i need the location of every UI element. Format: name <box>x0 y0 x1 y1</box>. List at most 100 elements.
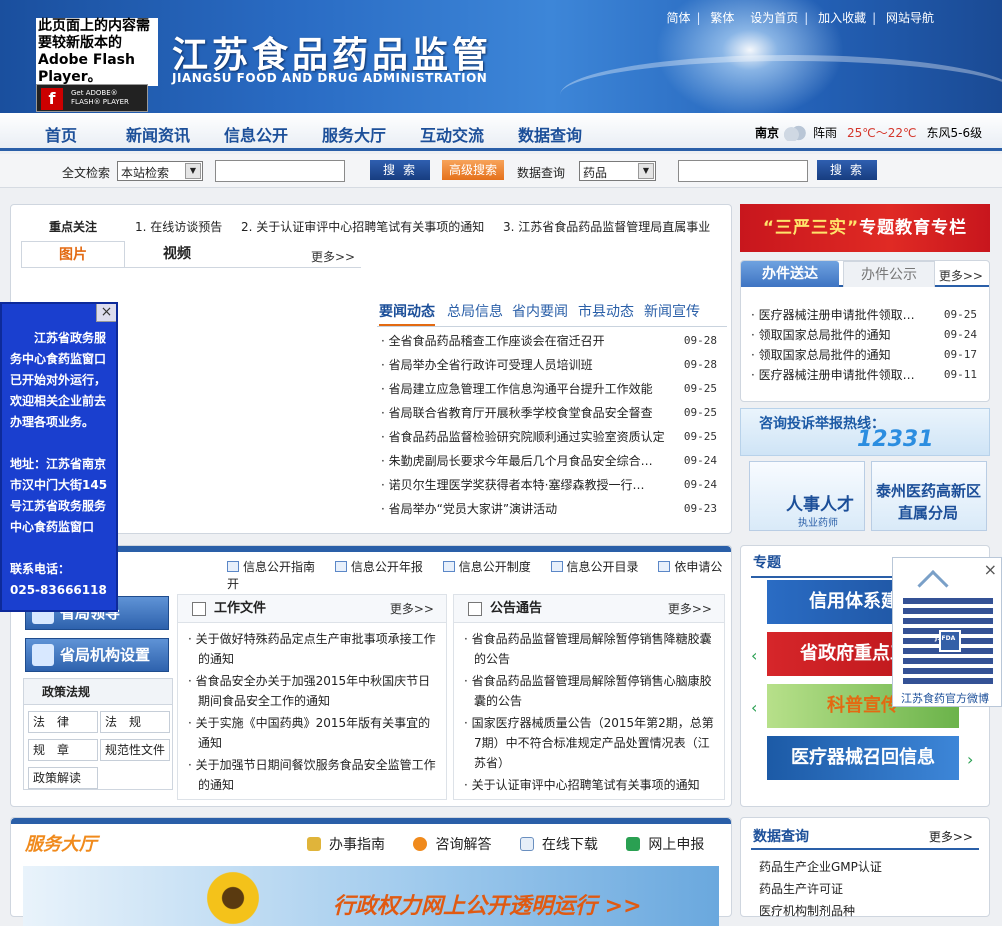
search-scope-select[interactable]: 本站检索 ▼ <box>117 161 203 181</box>
banner-title: 专题教育专栏 <box>859 218 968 238</box>
site-navigation-link[interactable]: 网站导航 <box>886 11 934 25</box>
get-flash-player-button[interactable]: f Get ADOBE® FLASH® PLAYER <box>36 84 148 112</box>
list-item[interactable]: · 省局联合省教育厅开展秋季学校食堂食品安全督查 09-25 <box>381 401 717 425</box>
list-item[interactable]: · 省局建立应急管理工作信息沟通平台提升工作效能 09-25 <box>381 377 717 401</box>
nav-service-hall[interactable]: 服务大厅 <box>322 122 386 146</box>
list-item[interactable]: 药品生产企业GMP认证 <box>759 856 882 878</box>
tab-province-news[interactable]: 省内要闻 <box>512 301 568 321</box>
list-item[interactable]: · 关于做好特殊药品定点生产审批事项承接工作的通知 <box>188 629 438 669</box>
tab-headline-news[interactable]: 要闻动态 <box>379 301 435 326</box>
policy-normative-button[interactable]: 规范性文件 <box>100 739 170 761</box>
link-label: 信息公开目录 <box>566 560 639 574</box>
focus-item[interactable]: 1. 在线访谈预告 <box>135 218 222 235</box>
info-guide-link[interactable]: 信息公开指南 <box>227 560 315 574</box>
list-item[interactable]: · 省食品药品监督管理局解除暂停销售降糖胶囊的公告 <box>464 629 716 669</box>
list-item[interactable]: · 省局举办全省行政许可受理人员培训班 09-28 <box>381 353 717 377</box>
nav-interaction[interactable]: 互动交流 <box>420 122 484 146</box>
simplified-link[interactable]: 简体 <box>666 11 690 25</box>
weather-condition: 阵雨 <box>813 126 838 140</box>
taizhou-branch-tile[interactable]: 泰州医药高新区 直属分局 <box>871 461 987 531</box>
news-title: · 省局建立应急管理工作信息沟通平台提升工作效能 <box>381 382 653 396</box>
work-documents-header: 工作文件 更多>> <box>178 595 446 623</box>
data-query-input[interactable] <box>678 160 808 182</box>
data-category-select[interactable]: 药品 ▼ <box>579 161 656 181</box>
three-strict-banner[interactable]: “三严三实”专题教育专栏 <box>740 204 990 252</box>
notices-box: 公告通告 更多>> · 省食品药品监督管理局解除暂停销售降糖胶囊的公告 · 省食品… <box>453 594 725 800</box>
tab-case-delivery[interactable]: 办件送达 <box>741 261 839 287</box>
chevron-left-icon[interactable]: ‹ <box>751 698 757 717</box>
nav-data-query[interactable]: 数据查询 <box>518 122 582 146</box>
close-icon[interactable]: × <box>984 560 997 579</box>
hr-talent-tile[interactable]: 人事人才 执业药师 <box>749 461 865 531</box>
list-item[interactable]: · 全省食品药品稽查工作座谈会在宿迁召开 09-28 <box>381 329 717 353</box>
info-system-link[interactable]: 信息公开制度 <box>442 560 531 574</box>
bureau-structure-button[interactable]: 省局机构设置 <box>25 638 169 672</box>
transparency-banner[interactable]: 行政权力网上公开透明运行 >> <box>23 866 719 926</box>
pictures-more-link[interactable]: 更多>> <box>311 248 355 265</box>
list-item[interactable]: · 关于实施《中国药典》2015年版有关事宜的通知 <box>188 713 438 753</box>
online-application-link[interactable]: 网上申报 <box>626 837 704 853</box>
set-homepage-link[interactable]: 设为首页 <box>750 11 798 25</box>
case-more-link[interactable]: 更多>> <box>939 267 983 284</box>
case-tabs: 办件送达 办件公示 更多>> <box>741 261 989 287</box>
complaint-hotline-banner[interactable]: 咨询投诉举报热线： 12331 <box>740 408 990 456</box>
add-favorite-link[interactable]: 加入收藏 <box>818 11 866 25</box>
work-documents-more-link[interactable]: 更多>> <box>390 595 434 623</box>
tab-videos[interactable]: 视频 <box>125 241 229 267</box>
news-panel: 重点关注 1. 在线访谈预告 2. 关于认证审评中心招聘笔试有关事项的通知 3.… <box>10 204 732 534</box>
traditional-link[interactable]: 繁体 <box>710 11 734 25</box>
policy-rules-button[interactable]: 规 章 <box>28 739 98 761</box>
close-icon[interactable]: × <box>96 304 116 322</box>
policy-regulation-button[interactable]: 法 规 <box>100 711 170 733</box>
list-item[interactable]: · 领取国家总局批件的通知 09-17 <box>751 345 977 365</box>
online-download-link[interactable]: 在线下载 <box>519 837 598 853</box>
focus-item[interactable]: 3. 江苏省食品药品监督管理局直属事业 <box>503 218 710 235</box>
tab-case-publicity[interactable]: 办件公示 <box>843 261 935 287</box>
advanced-search-button[interactable]: 高级搜索 <box>442 160 504 180</box>
focus-item[interactable]: 2. 关于认证审评中心招聘笔试有关事项的通知 <box>241 218 484 235</box>
list-item[interactable]: · 医疗器械注册申请批件领取通知 09-11 <box>751 365 977 385</box>
case-date: 09-11 <box>943 368 977 381</box>
list-item[interactable]: · 省局举办“党员大家讲”演讲活动 09-23 <box>381 497 717 521</box>
list-item[interactable]: · 医疗器械注册申请批件领取通知 09-25 <box>751 305 977 325</box>
data-query-more-link[interactable]: 更多>> <box>929 828 973 845</box>
info-catalog-link[interactable]: 信息公开目录 <box>550 560 639 574</box>
list-item[interactable]: · 朱勤虎副局长要求今年最后几个月食品安全综合… 09-24 <box>381 449 717 473</box>
chevron-left-icon[interactable]: ‹ <box>751 646 757 665</box>
list-item[interactable]: · 省食品安全办关于加强2015年中秋国庆节日期间食品安全工作的通知 <box>188 671 438 711</box>
list-item[interactable]: 药品生产许可证 <box>759 878 882 900</box>
list-item[interactable]: · 领取国家总局批件的通知 09-24 <box>751 325 977 345</box>
tab-city-news[interactable]: 市县动态 <box>578 301 634 321</box>
list-item[interactable]: · 关于加强节日期间餐饮服务食品安全监管工作的通知 <box>188 755 438 795</box>
tile-title: 人事人才 <box>786 495 854 515</box>
tab-publicity[interactable]: 新闻宣传 <box>644 301 700 321</box>
info-annual-report-link[interactable]: 信息公开年报 <box>334 560 423 574</box>
nav-home[interactable]: 首页 <box>45 122 77 146</box>
tab-sfda-info[interactable]: 总局信息 <box>447 301 503 321</box>
fulltext-search-input[interactable] <box>215 160 345 182</box>
data-query-button[interactable]: 搜索 <box>817 160 877 180</box>
list-item[interactable]: · 国家医疗器械质量公告（2015年第2期，总第7期）中不符合标准规定产品处置情… <box>464 713 716 773</box>
link-label: 咨询解答 <box>435 837 492 853</box>
policy-interpretation-button[interactable]: 政策解读 <box>28 767 98 789</box>
policy-law-button[interactable]: 法 律 <box>28 711 98 733</box>
fulltext-search-button[interactable]: 搜索 <box>370 160 430 180</box>
hotline-number: 12331 <box>857 427 934 452</box>
list-item[interactable]: · 省食品药品监督管理局解除暂停销售心脑康胶囊的公告 <box>464 671 716 711</box>
list-item[interactable]: · 诺贝尔生理医学奖获得者本特·塞缪森教授一行… 09-24 <box>381 473 717 497</box>
chevron-right-icon[interactable]: › <box>967 750 973 769</box>
nav-news[interactable]: 新闻资讯 <box>126 122 190 146</box>
list-item[interactable]: · 关于认证审评中心招聘笔试有关事项的通知 <box>464 775 716 795</box>
tile-line2: 直属分局 <box>898 504 959 522</box>
list-item[interactable]: 医疗机构制剂品种 <box>759 900 882 922</box>
news-title: · 省局联合省教育厅开展秋季学校食堂食品安全督查 <box>381 406 653 420</box>
service-guide-link[interactable]: 办事指南 <box>307 837 385 853</box>
tab-pictures[interactable]: 图片 <box>21 241 125 267</box>
topic-device-recall[interactable]: 医疗器械召回信息 <box>767 736 959 780</box>
notices-title: 公告通告 <box>490 601 543 616</box>
consult-answer-link[interactable]: 咨询解答 <box>413 837 491 853</box>
separator: | <box>696 11 701 25</box>
notices-more-link[interactable]: 更多>> <box>668 595 712 623</box>
nav-info-public[interactable]: 信息公开 <box>224 122 288 146</box>
list-item[interactable]: · 省食品药品监督检验研究院顺利通过实验室资质认定 09-25 <box>381 425 717 449</box>
